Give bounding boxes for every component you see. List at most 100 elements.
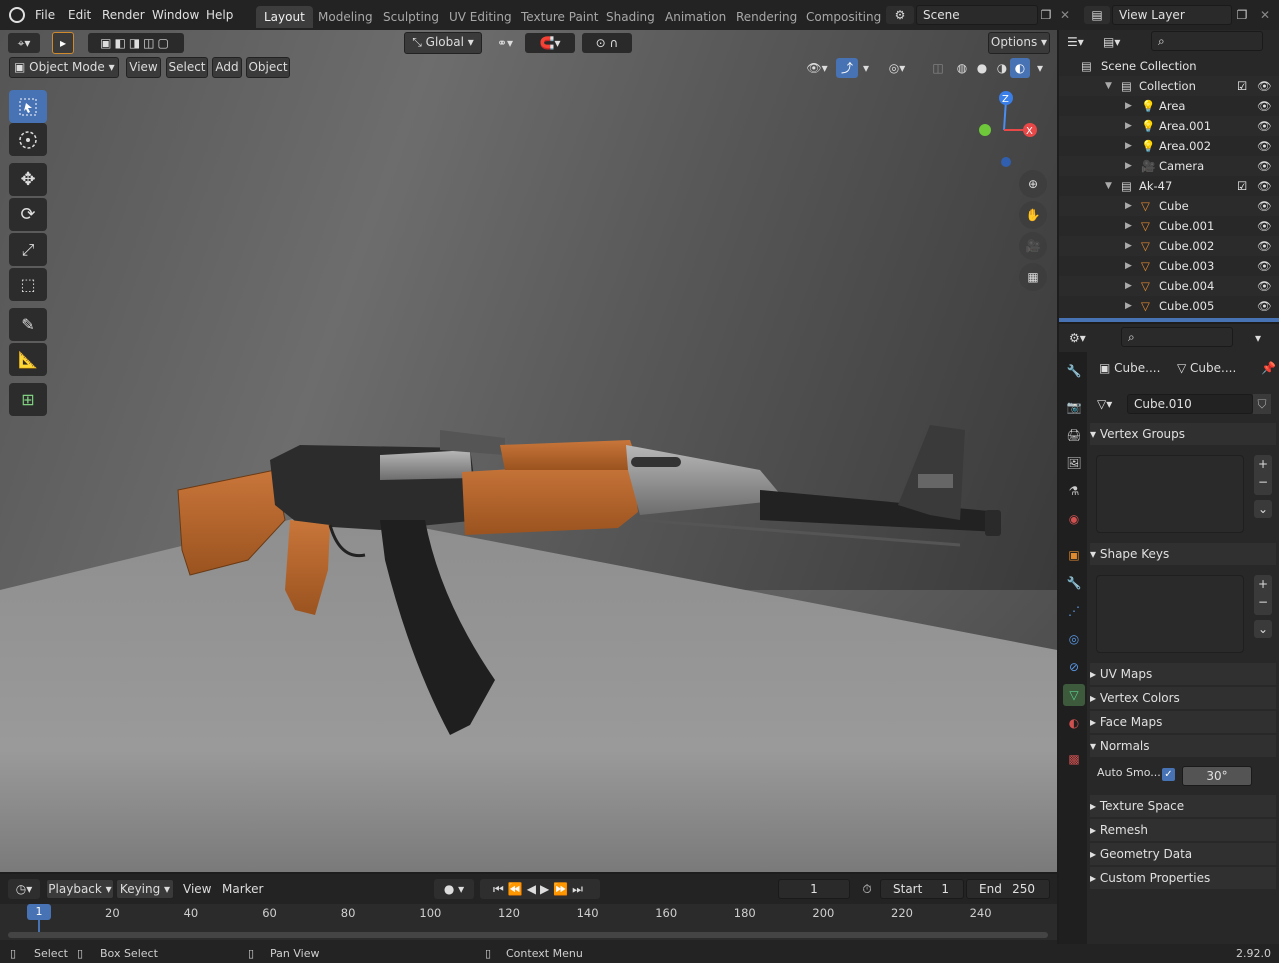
tab-mesh-data-icon[interactable]: ▽: [1063, 684, 1085, 706]
timeline-marker-menu[interactable]: Marker: [222, 882, 263, 896]
shape-key-add-remove[interactable]: + −: [1254, 575, 1272, 615]
shading-rendered-icon[interactable]: ◐: [1010, 58, 1030, 78]
vertex-group-menu-icon[interactable]: ⌄: [1254, 500, 1272, 518]
collapsed-icon[interactable]: ▶: [1125, 276, 1132, 296]
shading-wireframe-icon[interactable]: ◍: [952, 58, 972, 78]
gizmo-dropdown-icon[interactable]: ▾: [858, 58, 874, 78]
view-layer-icon[interactable]: ▤: [1084, 6, 1110, 24]
eye-icon[interactable]: 👁: [1257, 176, 1272, 196]
tab-uv-editing[interactable]: UV Editing: [441, 6, 520, 28]
menu-select[interactable]: Select: [166, 57, 208, 78]
collapsed-icon[interactable]: ▶: [1125, 296, 1132, 316]
uv-maps-panel-header[interactable]: ▸ UV Maps: [1090, 663, 1276, 685]
pivot-point-icon[interactable]: ⚭▾: [490, 33, 520, 53]
outliner-row[interactable]: ▼ ▤ Ak-47 ☑ 👁: [1059, 176, 1279, 196]
collapsed-icon[interactable]: ▶: [1125, 256, 1132, 276]
exclude-checkbox-icon[interactable]: ☑: [1237, 76, 1247, 96]
eye-icon[interactable]: 👁: [1257, 256, 1272, 276]
tab-modifiers-icon[interactable]: 🔧: [1063, 572, 1085, 594]
tab-layout[interactable]: Layout: [256, 6, 313, 28]
start-frame-field[interactable]: Start 1: [880, 879, 964, 899]
tab-modeling[interactable]: Modeling: [310, 6, 381, 28]
timeline-keying-menu[interactable]: Keying ▾: [116, 879, 174, 899]
eye-icon[interactable]: 👁: [1257, 156, 1272, 176]
outliner-display-mode-icon[interactable]: ☰▾: [1067, 32, 1095, 52]
auto-smooth-checkbox[interactable]: ✓: [1162, 768, 1175, 781]
zoom-button[interactable]: ⊕: [1019, 170, 1047, 198]
outliner-row[interactable]: ▶ ▽ Cube.001 👁: [1059, 216, 1279, 236]
menu-help[interactable]: Help: [206, 8, 233, 22]
stopwatch-icon[interactable]: ⏱: [856, 879, 878, 899]
mesh-browse-icon[interactable]: ▽▾: [1097, 394, 1127, 414]
eye-icon[interactable]: 👁: [1257, 236, 1272, 256]
remesh-panel-header[interactable]: ▸ Remesh: [1090, 819, 1276, 841]
collapsed-icon[interactable]: ▶: [1125, 236, 1132, 256]
tab-rendering[interactable]: Rendering: [728, 6, 805, 28]
tab-view-layer-icon[interactable]: 🖼: [1063, 452, 1085, 474]
tab-texture-icon[interactable]: ▩: [1063, 748, 1085, 770]
tab-world-icon[interactable]: ◉: [1063, 508, 1085, 530]
menu-window[interactable]: Window: [152, 8, 199, 22]
vertex-groups-list[interactable]: [1096, 455, 1244, 533]
outliner-row[interactable]: ▶ ▽ Cube 👁: [1059, 196, 1279, 216]
timeline-playback-menu[interactable]: Playback ▾: [46, 879, 114, 899]
vertex-groups-panel-header[interactable]: ▾ Vertex Groups: [1090, 423, 1276, 445]
measure-tool[interactable]: 📐: [9, 343, 47, 376]
menu-view[interactable]: View: [126, 57, 161, 78]
tab-scene-icon[interactable]: ⚗: [1063, 480, 1085, 502]
collapsed-icon[interactable]: ▶: [1125, 136, 1132, 156]
collapsed-icon[interactable]: ▶: [1125, 116, 1132, 136]
custom-properties-panel-header[interactable]: ▸ Custom Properties: [1090, 867, 1276, 889]
texture-space-panel-header[interactable]: ▸ Texture Space: [1090, 795, 1276, 817]
outliner-filter-icon[interactable]: ▤▾: [1103, 32, 1131, 52]
fake-user-icon[interactable]: ⛉: [1253, 394, 1271, 414]
eye-icon[interactable]: 👁: [1257, 96, 1272, 116]
shading-dropdown-icon[interactable]: ▾: [1032, 58, 1048, 78]
3d-viewport[interactable]: ✥ ⟳ ⤢ ⬚ ✎ 📐 ⊞ Z X ⊕ ✋ 🎥 ▦: [0, 30, 1057, 872]
transform-tool[interactable]: ⬚: [9, 268, 47, 301]
collapsed-icon[interactable]: ▶: [1125, 156, 1132, 176]
annotate-tool[interactable]: ✎: [9, 308, 47, 341]
record-icon[interactable]: ● ▾: [434, 879, 474, 899]
eye-icon[interactable]: 👁: [1257, 136, 1272, 156]
move-tool[interactable]: ✥: [9, 163, 47, 196]
normals-panel-header[interactable]: ▾ Normals: [1090, 735, 1276, 757]
shape-keys-panel-header[interactable]: ▾ Shape Keys: [1090, 543, 1276, 565]
outliner-row[interactable]: ▶ 💡 Area 👁: [1059, 96, 1279, 116]
outliner-row[interactable]: ▼ ▤ Collection ☑ 👁: [1059, 76, 1279, 96]
expanded-icon[interactable]: ▼: [1105, 76, 1112, 96]
end-frame-field[interactable]: End 250: [966, 879, 1050, 899]
navigation-gizmo[interactable]: Z X: [972, 88, 1042, 168]
expanded-icon[interactable]: ▼: [1105, 176, 1112, 196]
tab-output-icon[interactable]: 🖨: [1063, 424, 1085, 446]
timeline-scrollbar[interactable]: [8, 932, 1048, 938]
outliner-row[interactable]: ▶ 🎥 Camera 👁: [1059, 156, 1279, 176]
eye-icon[interactable]: 👁: [1257, 276, 1272, 296]
properties-options-icon[interactable]: ▾: [1255, 328, 1271, 348]
outliner-search-input[interactable]: ⌕: [1151, 31, 1263, 51]
tab-compositing[interactable]: Compositing: [798, 6, 889, 28]
new-view-layer-icon[interactable]: ❐: [1234, 6, 1250, 24]
tab-object-icon[interactable]: ▣: [1063, 544, 1085, 566]
xray-icon[interactable]: ◫: [928, 58, 948, 78]
options-dropdown[interactable]: Options ▾: [988, 32, 1050, 54]
outliner-row[interactable]: ▶ ▽ Cube.003 👁: [1059, 256, 1279, 276]
properties-editor-type-icon[interactable]: ⚙▾: [1069, 328, 1097, 348]
menu-edit[interactable]: Edit: [68, 8, 91, 22]
delete-scene-icon[interactable]: ✕: [1058, 6, 1072, 24]
timeline-editor-type-icon[interactable]: ◷▾: [8, 879, 40, 899]
ak47-model[interactable]: [0, 30, 1057, 872]
shading-material-icon[interactable]: ◑: [992, 58, 1012, 78]
collapsed-icon[interactable]: ▶: [1125, 216, 1132, 236]
outliner-row[interactable]: ▶ ▽ Cube.004 👁: [1059, 276, 1279, 296]
tab-render-icon[interactable]: 📷: [1063, 396, 1085, 418]
tab-physics-icon[interactable]: ◎: [1063, 628, 1085, 650]
mode-dropdown[interactable]: ▣ Object Mode ▾: [9, 57, 119, 78]
eye-icon[interactable]: 👁: [1257, 196, 1272, 216]
menu-render[interactable]: Render: [102, 8, 145, 22]
visibility-icon[interactable]: 👁▾: [802, 58, 832, 78]
overlays-icon[interactable]: ◎▾: [882, 58, 912, 78]
new-scene-icon[interactable]: ❐: [1038, 6, 1054, 24]
menu-object[interactable]: Object: [246, 57, 290, 78]
collapsed-icon[interactable]: ▶: [1125, 196, 1132, 216]
